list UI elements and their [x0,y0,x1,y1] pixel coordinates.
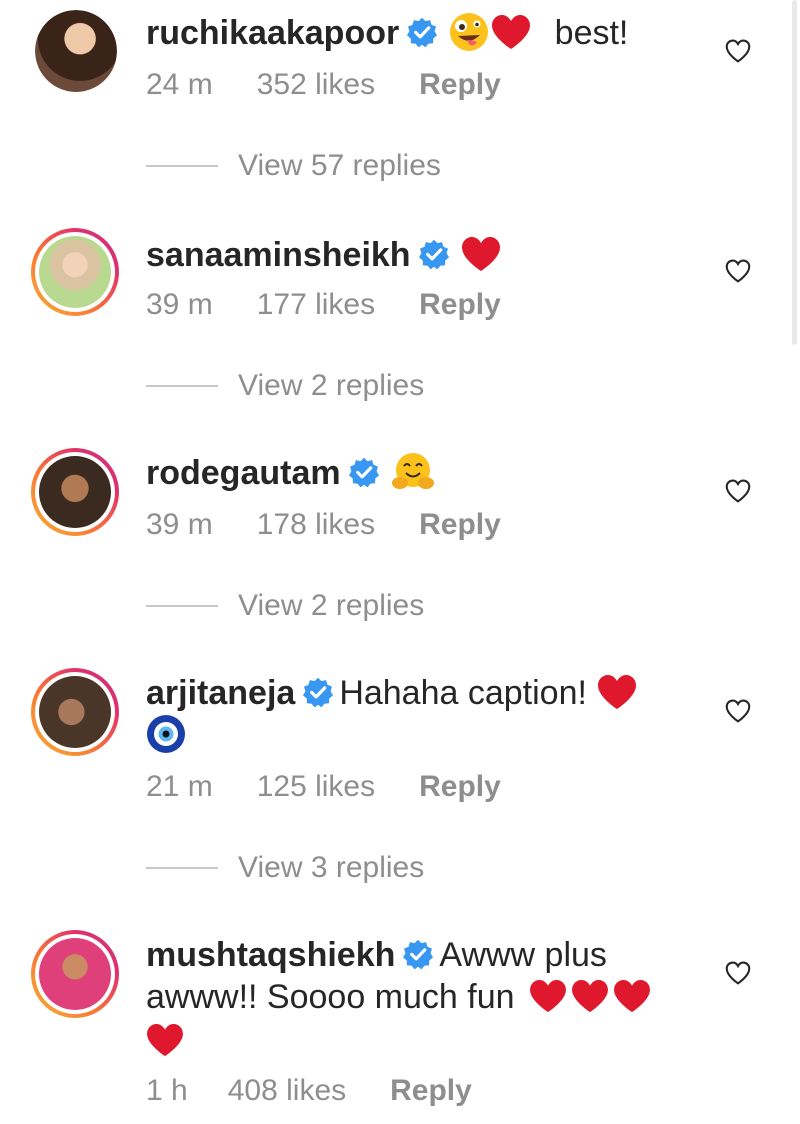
avatar[interactable] [31,930,119,1018]
comment-text-line: mushtaqshiekh Awww plus [146,934,607,976]
like-heart-icon[interactable] [725,258,751,284]
comment-text: awww!! Soooo much fun [146,978,515,1016]
hugging-face-emoji-icon [391,452,435,492]
like-heart-icon[interactable] [725,960,751,986]
view-replies-button[interactable]: View 3 replies [146,848,424,888]
like-count[interactable]: 177 likes [257,288,375,322]
comment-text-line [146,714,188,756]
like-count[interactable]: 352 likes [257,68,375,102]
comment-text-line: sanaaminsheikh [146,234,503,276]
zany-face-emoji-icon [449,12,489,52]
red-heart-emoji-icon [529,979,567,1013]
username[interactable]: ruchikaakapoor [146,14,399,52]
comment-text-line: awww!! Soooo much fun [146,976,653,1018]
comment-text-line: rodegautam [146,452,437,494]
comment-text-line: ruchikaakapoor best! [146,12,628,54]
username[interactable]: mushtaqshiekh [146,936,395,974]
comment-text-line [146,1020,186,1062]
reply-button[interactable]: Reply [419,288,501,322]
comment-time: 24 m [146,68,213,101]
comment-meta: 21 m 125 likes Reply [146,770,501,804]
divider [146,165,218,167]
like-heart-icon[interactable] [725,478,751,504]
comment-text: best! [554,14,629,52]
comment-time: 39 m [146,508,213,541]
comment-text: Awww plus [439,936,607,974]
verified-badge-icon [303,677,333,707]
divider [146,385,218,387]
red-heart-emoji-icon [461,236,501,272]
comment-time: 21 m [146,770,213,803]
view-replies-button[interactable]: View 2 replies [146,366,424,406]
username[interactable]: rodegautam [146,454,341,492]
comment-meta: 39 m 177 likes Reply [146,288,501,322]
reply-button[interactable]: Reply [419,68,501,102]
nazar-amulet-emoji-icon [146,714,186,754]
like-heart-icon[interactable] [725,698,751,724]
comment-meta: 39 m 178 likes Reply [146,508,501,542]
reply-button[interactable]: Reply [419,508,501,542]
like-heart-icon[interactable] [725,38,751,64]
reply-button[interactable]: Reply [419,770,501,804]
view-replies-label: View 2 replies [238,369,425,402]
avatar[interactable] [35,10,117,92]
comment-text: Hahaha caption! [339,674,587,712]
verified-badge-icon [403,939,433,969]
verified-badge-icon [407,17,437,47]
username[interactable]: sanaaminsheikh [146,236,411,274]
red-heart-emoji-icon [571,979,609,1013]
view-replies-label: View 2 replies [238,589,425,622]
verified-badge-icon [419,239,449,269]
like-count[interactable]: 125 likes [257,770,375,804]
scrollbar[interactable] [792,0,797,345]
reply-button[interactable]: Reply [390,1074,472,1108]
comment-time: 1 h [146,1074,188,1107]
comment-meta: 24 m 352 likes Reply [146,68,501,102]
red-heart-emoji-icon [597,674,637,710]
comment-time: 39 m [146,288,213,321]
avatar[interactable] [31,228,119,316]
comment-meta: 1 h 408 likes Reply [146,1074,472,1108]
view-replies-button[interactable]: View 2 replies [146,586,424,626]
avatar[interactable] [31,668,119,756]
like-count[interactable]: 408 likes [228,1074,346,1108]
view-replies-label: View 3 replies [238,851,425,884]
view-replies-button[interactable]: View 57 replies [146,146,441,186]
red-heart-emoji-icon [613,979,651,1013]
divider [146,605,218,607]
username[interactable]: arjitaneja [146,674,295,712]
avatar[interactable] [31,448,119,536]
comment-text-line: arjitaneja Hahaha caption! [146,672,639,714]
red-heart-emoji-icon [491,14,531,50]
red-heart-emoji-icon [146,1023,184,1057]
view-replies-label: View 57 replies [238,149,441,182]
like-count[interactable]: 178 likes [257,508,375,542]
divider [146,867,218,869]
verified-badge-icon [349,457,379,487]
